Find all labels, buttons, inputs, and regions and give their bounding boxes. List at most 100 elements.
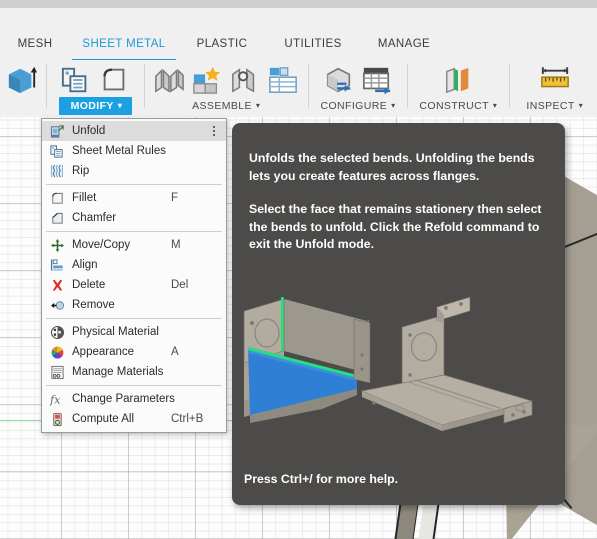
menu-item-delete[interactable]: Delete Del [42,275,226,295]
ribbon-separator [508,64,510,108]
ribbon-group-icons [3,60,41,99]
ribbon-separator [46,64,48,108]
ribbon-group-label-inspect[interactable]: INSPECT ▾ [526,99,583,112]
fillet-icon [49,190,66,206]
menu-item-label: Physical Material [72,326,159,338]
menu-item-align[interactable]: Align [42,255,226,275]
tab-mesh[interactable]: MESH [0,31,70,63]
unfold-illustration-svg [243,296,534,431]
sheet-metal-rules-icon[interactable] [57,62,95,98]
ribbon-group-icons [536,60,574,99]
menu-item-label: Manage Materials [72,366,164,378]
ribbon-toolbar: MODIFY ▾ ASSEMBLE ▾ CONFIGURE ▾ CONSTRUCT ▾ INSP… [0,60,597,117]
appearance-icon [49,344,66,360]
ribbon-group-label-configure[interactable]: CONFIGURE ▾ [321,99,396,112]
joint-icon[interactable] [150,62,188,98]
modify-dropdown-menu[interactable]: Unfold Sheet Metal Rules Rip Fillet F Chamfer… [41,118,227,433]
measure-icon[interactable] [536,62,574,98]
tab-sheet-metal[interactable]: SHEET METAL [70,31,178,63]
menu-item-label: Compute All [72,413,135,425]
menu-item-remove[interactable]: Remove [42,295,226,315]
menu-item-chamfer[interactable]: Chamfer [42,208,226,228]
toolbar-top-filler [0,8,597,33]
remove-icon [49,297,66,313]
menu-item-label: Sheet Metal Rules [72,145,166,157]
ribbon-group-icons [57,60,133,99]
extrude-icon[interactable] [3,62,41,98]
menu-item-move-copy[interactable]: Move/Copy M [42,235,226,255]
ribbon-separator [407,64,409,108]
chevron-down-icon: ▾ [391,101,396,110]
menu-item-fillet[interactable]: Fillet F [42,188,226,208]
menu-item-label: Move/Copy [72,239,131,251]
menu-item-shortcut: A [171,346,179,358]
chevron-down-icon: ▾ [255,101,261,110]
menu-item-label: Chamfer [72,212,117,224]
ribbon-group-construct: CONSTRUCT ▾ [411,60,505,117]
svg-text:fx: fx [50,393,61,406]
command-tooltip: Unfolds the selected bends. Unfolding th… [232,123,565,505]
configure-part-icon[interactable] [320,62,358,98]
ribbon-group-label-text: MODIFY [70,100,114,112]
align-icon [49,257,66,273]
menu-item-label: Delete [72,279,106,291]
tooltip-paragraph-2: Select the face that remains stationery … [249,202,542,251]
chevron-down-icon: ▾ [117,101,123,110]
overflow-menu-icon[interactable] [205,126,220,136]
compute-all-icon [49,411,66,427]
menu-item-label: Fillet [72,192,97,204]
menu-item-shortcut: M [171,239,181,251]
menu-item-appearance[interactable]: Appearance A [42,342,226,362]
tab-plastic[interactable]: PLASTIC [178,31,266,63]
menu-item-shortcut: Del [171,279,189,291]
menu-item-rip[interactable]: Rip [42,161,226,181]
ribbon-group-label-text: CONFIGURE [320,100,388,112]
joint-origin-icon[interactable] [264,62,302,98]
offset-plane-icon[interactable] [439,62,477,98]
menu-separator [46,318,222,319]
menu-item-physical-material[interactable]: Physical Material [42,322,226,342]
menu-item-label: Rip [72,165,90,177]
configure-table-icon[interactable] [358,62,396,98]
fillet-icon[interactable] [95,62,133,98]
change-parameters-icon: fx [49,391,66,407]
chevron-down-icon: ▾ [492,101,498,110]
menu-item-sheet-metal-rules[interactable]: Sheet Metal Rules [42,141,226,161]
ribbon-group-create [0,60,43,117]
tooltip-footer: Press Ctrl+/ for more help. [232,453,565,505]
menu-item-label: Unfold [72,125,106,137]
ribbon-group-label-construct[interactable]: CONSTRUCT ▾ [419,99,497,112]
tab-label: UTILITIES [284,38,342,50]
menu-item-manage-materials[interactable]: Manage Materials [42,362,226,382]
menu-item-shortcut: F [171,192,179,204]
ribbon-group-icons [439,60,477,99]
tooltip-text: Unfolds the selected bends. Unfolding th… [232,123,565,254]
menu-separator [46,231,222,232]
menu-item-change-parameters[interactable]: fx Change Parameters [42,389,226,409]
menu-separator [46,184,222,185]
ribbon-group-label-assemble[interactable]: ASSEMBLE ▾ [192,99,260,112]
tab-label: PLASTIC [196,38,248,50]
menu-item-compute-all[interactable]: Compute All Ctrl+B [42,409,226,429]
menu-item-shortcut: Ctrl+B [171,413,204,425]
ribbon-group-inspect: INSPECT ▾ [513,60,597,117]
tab-manage[interactable]: MANAGE [360,31,448,63]
delete-icon [49,277,66,293]
tooltip-paragraph-1: Unfolds the selected bends. Unfolding th… [249,151,535,183]
ribbon-group-assemble: ASSEMBLE ▾ [148,60,305,117]
title-bar [0,0,597,8]
menu-separator [46,385,222,386]
menu-item-unfold[interactable]: Unfold [42,121,226,141]
sheet-metal-rules-icon [49,143,66,159]
tab-utilities[interactable]: UTILITIES [266,31,360,63]
ribbon-group-label-modify[interactable]: MODIFY ▾ [58,97,133,115]
as-built-joint-icon[interactable] [226,62,264,98]
new-component-icon[interactable] [188,62,226,98]
tab-label: SHEET METAL [82,38,166,50]
manage-materials-icon [49,364,66,380]
menu-item-label: Appearance [72,346,135,358]
move-copy-icon [49,237,66,253]
tab-label: MESH [17,38,53,50]
chevron-down-icon: ▾ [578,101,584,110]
ribbon-group-label-text: INSPECT [526,100,575,112]
